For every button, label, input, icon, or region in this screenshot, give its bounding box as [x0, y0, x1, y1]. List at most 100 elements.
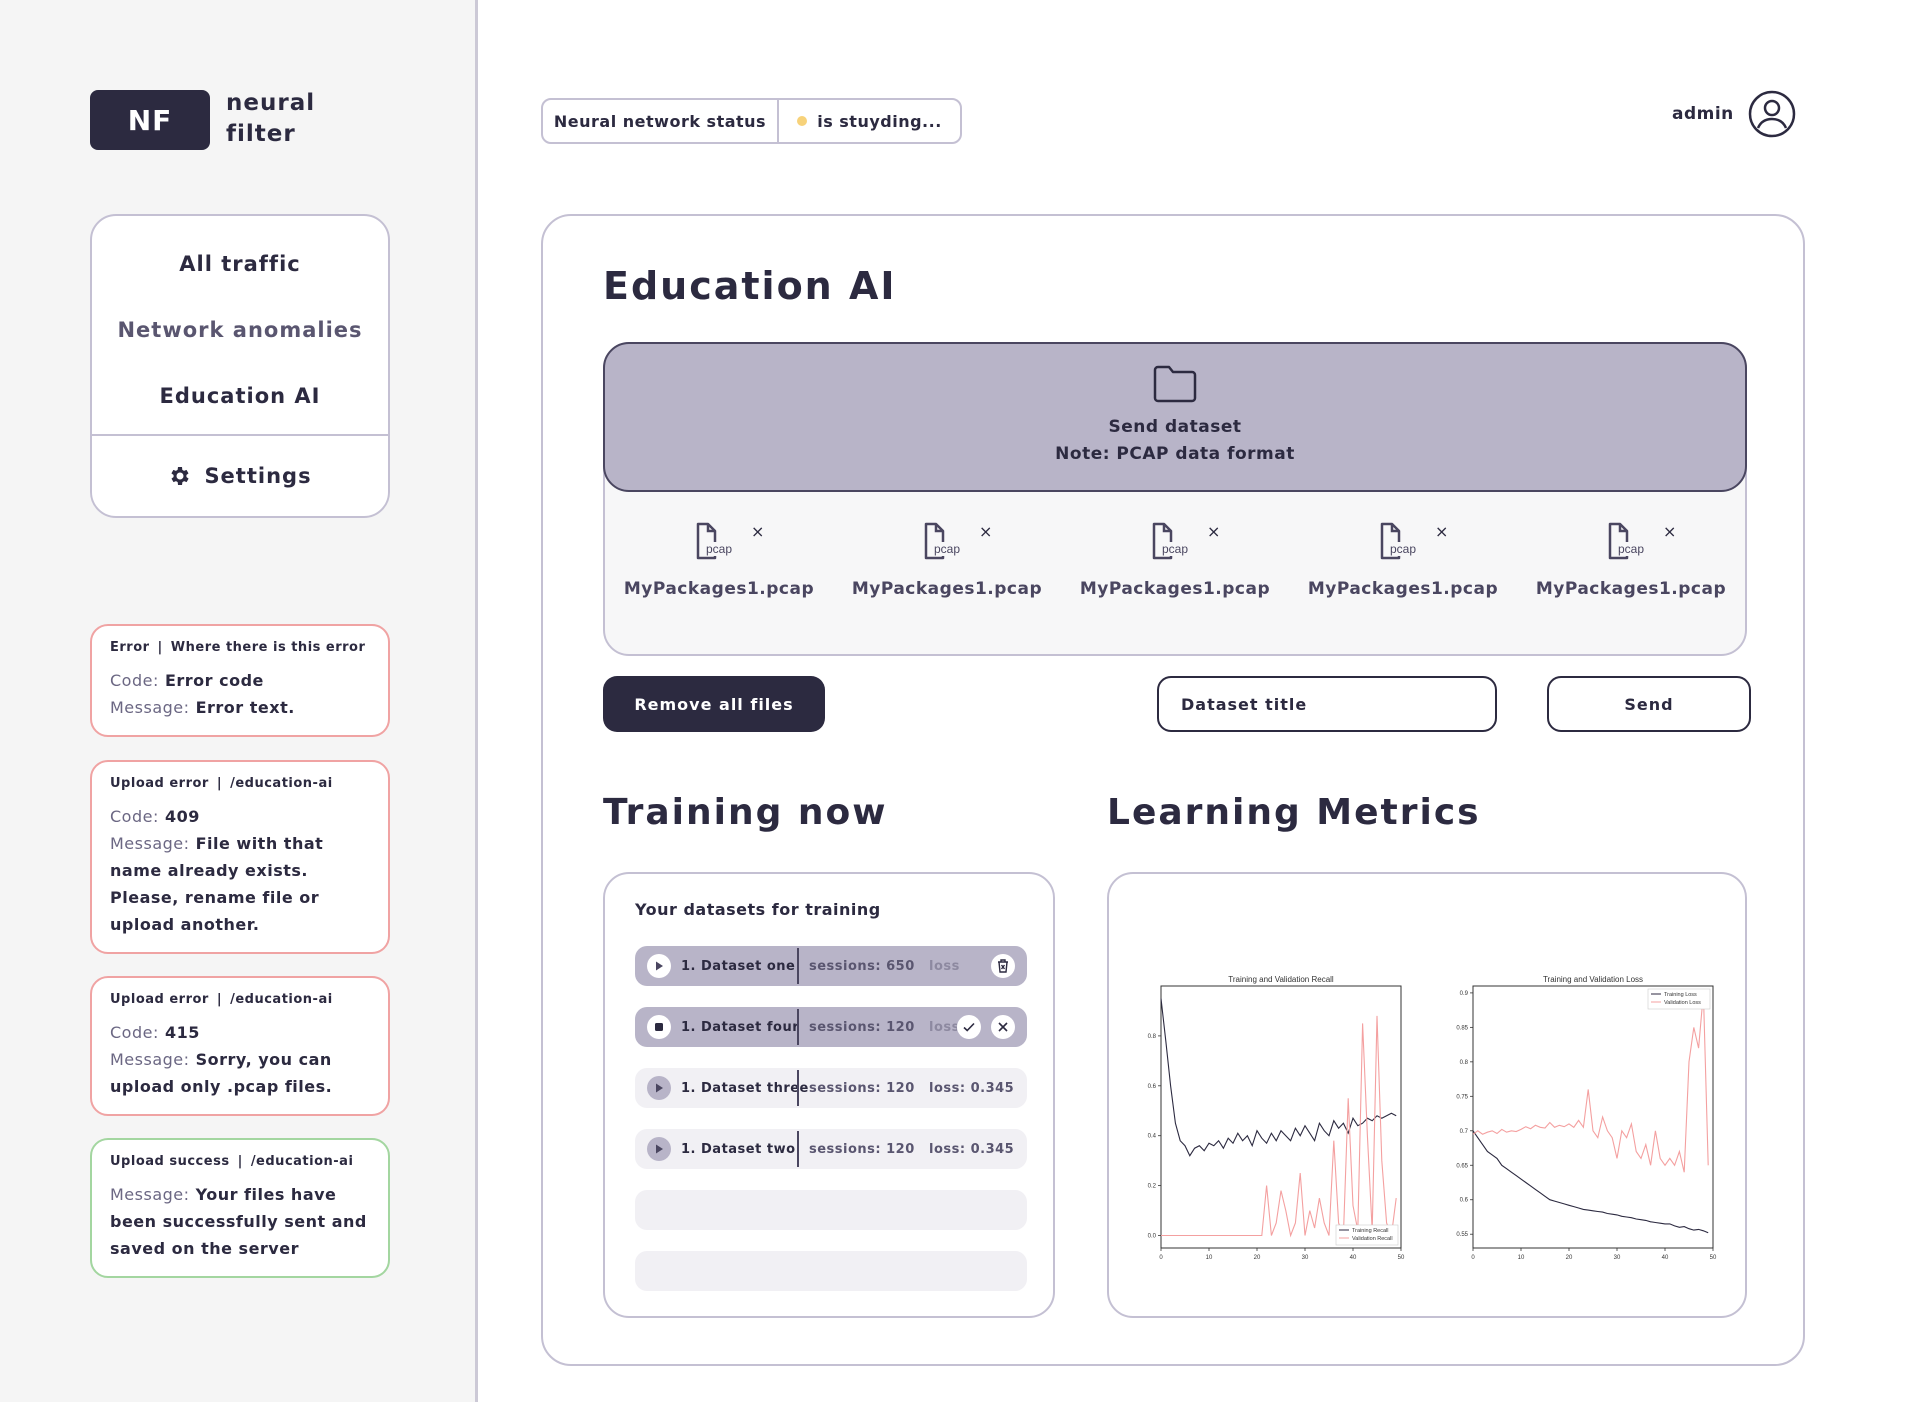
- x-tick-label: 30: [1302, 1255, 1309, 1261]
- y-tick-label: 0.85: [1456, 1025, 1468, 1031]
- nav-item-all-traffic[interactable]: All traffic: [92, 252, 388, 276]
- nav-item-network-anomalies[interactable]: Network anomalies: [92, 318, 388, 342]
- alert-header: Upload success | /education-ai: [110, 1154, 370, 1169]
- row-divider: [797, 1131, 799, 1167]
- neural-network-status: Neural network status is stuyding...: [541, 98, 962, 144]
- status-value: is stuyding...: [817, 111, 942, 131]
- chart-title: Training and Validation Loss: [1543, 975, 1643, 984]
- dataset-row[interactable]: 1. Dataset one sessions: 650 loss: [635, 946, 1027, 986]
- alert-message-key: Message:: [110, 1050, 190, 1069]
- x-tick-label: 30: [1614, 1255, 1621, 1261]
- pcap-file-icon: pcap: [1380, 522, 1418, 560]
- file-name: MyPackages1.pcap: [623, 579, 815, 599]
- logo-line-1: neural: [226, 90, 316, 116]
- recall-chart: Training and Validation Recall 0 10 20 30 40 5…: [1148, 975, 1405, 1261]
- remove-file-button[interactable]: ×: [751, 522, 764, 541]
- remove-file-button[interactable]: ×: [1435, 522, 1448, 541]
- series-line-0: [1472, 1130, 1709, 1234]
- dataset-dropzone[interactable]: Send dataset Note: PCAP data format: [603, 342, 1747, 492]
- alert-code-key: Code:: [110, 1023, 159, 1042]
- remove-all-files-button[interactable]: Remove all files: [603, 676, 825, 732]
- alert-message: Message: Sorry, you can upload only .pca…: [110, 1046, 370, 1100]
- confirm-button[interactable]: [957, 1015, 981, 1039]
- alert-code: Code: 415: [110, 1019, 370, 1046]
- alert-type: Upload error: [110, 992, 209, 1007]
- play-button[interactable]: [647, 1137, 671, 1161]
- delete-button[interactable]: [991, 954, 1015, 978]
- alert-message-value: Error text.: [195, 698, 295, 717]
- x-tick-label: 20: [1566, 1255, 1573, 1261]
- y-tick-label: 0.2: [1148, 1184, 1157, 1190]
- row-divider: [797, 1070, 799, 1106]
- logo-text: neural filter: [226, 88, 346, 150]
- stop-button[interactable]: [647, 1015, 671, 1039]
- alert-code: Code: 409: [110, 803, 370, 830]
- dataset-loss: loss: [929, 1019, 957, 1035]
- cancel-button[interactable]: [991, 1015, 1015, 1039]
- play-icon: [656, 961, 663, 971]
- dataset-title-input[interactable]: Dataset title: [1157, 676, 1497, 732]
- alert-type: Upload error: [110, 776, 209, 791]
- play-button[interactable]: [647, 954, 671, 978]
- y-tick-label: 0.9: [1460, 991, 1469, 997]
- nav-divider: [92, 434, 388, 436]
- play-icon: [656, 1083, 663, 1093]
- file-name: MyPackages1.pcap: [1535, 579, 1727, 599]
- remove-file-button[interactable]: ×: [1663, 522, 1676, 541]
- send-button[interactable]: Send: [1547, 676, 1751, 732]
- dataset-row[interactable]: 1. Dataset two sessions: 120 loss: 0.345: [635, 1129, 1027, 1169]
- stop-icon: [655, 1023, 663, 1031]
- dataset-name: 1. Dataset one: [681, 958, 796, 974]
- user-avatar-icon[interactable]: [1748, 90, 1796, 138]
- file-ext: pcap: [706, 542, 732, 556]
- file-ext: pcap: [1162, 542, 1188, 556]
- remove-file-button[interactable]: ×: [1207, 522, 1220, 541]
- play-icon: [656, 1144, 663, 1154]
- logo-line-2: filter: [226, 121, 296, 147]
- alert-header: Error | Where there is this error (page): [110, 640, 370, 655]
- row-divider: [797, 948, 799, 984]
- pcap-file-icon: pcap: [696, 522, 734, 560]
- chart-title: Training and Validation Recall: [1228, 975, 1334, 984]
- dataset-loss: loss: 0.345: [929, 1080, 1015, 1096]
- y-tick-label: 0.55: [1456, 1232, 1468, 1238]
- alert-message: Message: Your files have been successful…: [110, 1181, 370, 1262]
- dataset-name: 1. Dataset two: [681, 1141, 796, 1157]
- dataset-sessions: sessions: 120: [809, 1080, 915, 1096]
- y-tick-label: 0.8: [1148, 1034, 1157, 1040]
- alert-message: Message: File with that name already exi…: [110, 830, 370, 938]
- logo-mark[interactable]: NF: [90, 90, 210, 150]
- alert-code-key: Code:: [110, 807, 159, 826]
- check-icon: [963, 1022, 975, 1032]
- series-line-1: [1472, 992, 1709, 1173]
- alert-upload-error-409: Upload error | /education-ai Code: 409 M…: [90, 760, 390, 954]
- user-name: admin: [1672, 104, 1734, 124]
- x-tick-label: 50: [1398, 1255, 1405, 1261]
- alert-header: Upload error | /education-ai: [110, 992, 370, 1007]
- empty-row-placeholder: [635, 1190, 1027, 1230]
- row-divider: [797, 1009, 799, 1045]
- remove-file-button[interactable]: ×: [979, 522, 992, 541]
- dropzone-line-2: Note: PCAP data format: [1055, 444, 1295, 464]
- file-item: pcap × MyPackages1.pcap: [1289, 522, 1517, 603]
- series-line-1: [1161, 1015, 1397, 1238]
- x-tick-label: 40: [1350, 1255, 1357, 1261]
- page-title: Education AI: [603, 264, 897, 308]
- file-item: pcap × MyPackages1.pcap: [605, 522, 833, 603]
- dataset-name: 1. Dataset three: [681, 1080, 809, 1096]
- nav-item-education-ai[interactable]: Education AI: [92, 384, 388, 408]
- alert-upload-success: Upload success | /education-ai Message: …: [90, 1138, 390, 1278]
- y-tick-label: 0.4: [1148, 1134, 1157, 1140]
- dataset-row[interactable]: 1. Dataset four sessions: 120 loss: [635, 1007, 1027, 1047]
- user-menu[interactable]: admin: [1672, 90, 1796, 138]
- y-tick-label: 0.8: [1460, 1060, 1469, 1066]
- nav-item-settings[interactable]: Settings: [92, 464, 388, 488]
- folder-icon: [1153, 365, 1197, 403]
- pcap-file-icon: pcap: [1152, 522, 1190, 560]
- play-button[interactable]: [647, 1076, 671, 1100]
- y-tick-label: 0.75: [1456, 1094, 1468, 1100]
- x-tick-label: 0: [1159, 1255, 1163, 1261]
- y-tick-label: 0.6: [1148, 1084, 1157, 1090]
- dataset-row[interactable]: 1. Dataset three sessions: 120 loss: 0.3…: [635, 1068, 1027, 1108]
- alert-page: Where there is this error (page): [170, 640, 370, 655]
